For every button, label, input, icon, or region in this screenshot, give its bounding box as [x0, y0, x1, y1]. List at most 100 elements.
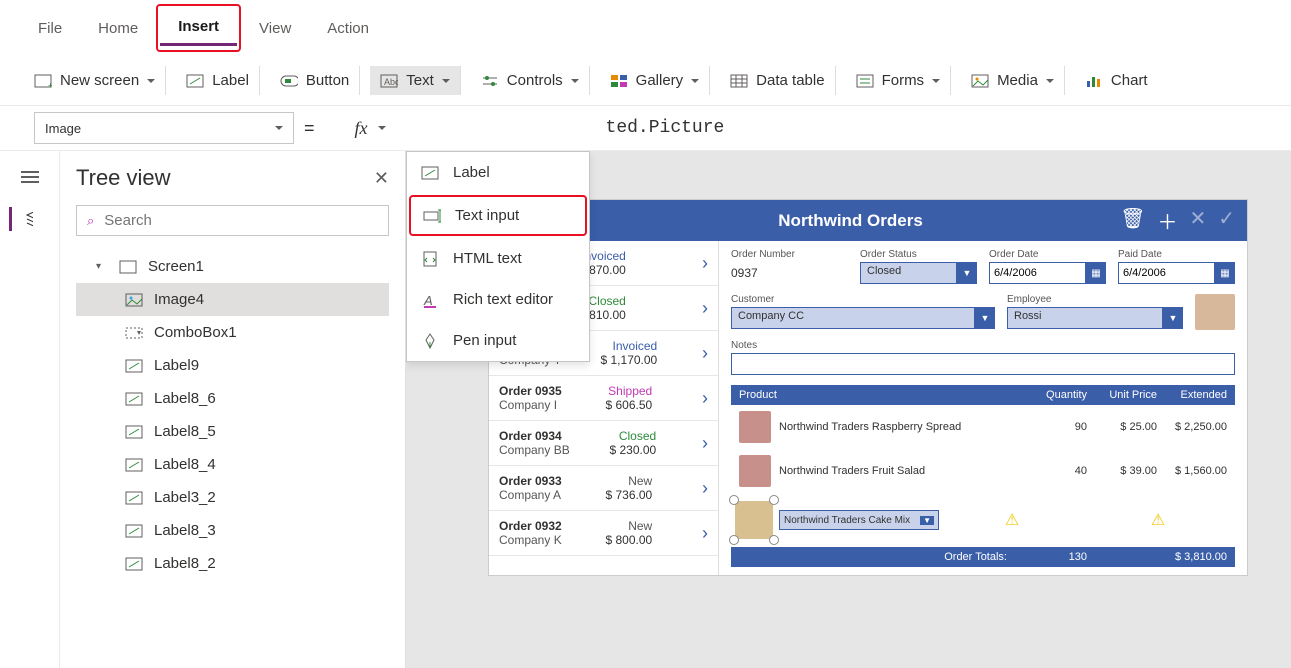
layers-icon[interactable] [9, 207, 33, 231]
formula-text[interactable]: ted.Picture [606, 118, 725, 138]
tree-item[interactable]: Image4 [76, 283, 389, 316]
dd-rich-text[interactable]: A Rich text editor [407, 279, 589, 320]
button-button[interactable]: Button [270, 66, 360, 95]
tree-item-label: ComboBox1 [154, 324, 237, 341]
search-input[interactable] [104, 212, 378, 229]
selected-image[interactable] [735, 501, 773, 539]
caret-icon [147, 79, 155, 87]
svg-text:A: A [423, 293, 433, 308]
line-header: Product Quantity Unit Price Extended [731, 385, 1235, 405]
rich-text-icon: A [421, 292, 439, 308]
line-ext: $ 2,250.00 [1157, 421, 1227, 433]
product-name: Northwind Traders Fruit Salad [779, 465, 1027, 477]
control-icon [124, 556, 144, 572]
menu-insert[interactable]: Insert [160, 10, 237, 46]
order-detail: Order Number 0937 Order Status Closed▼ O… [719, 241, 1247, 575]
tree-panel: Tree view ✕ ⌕ ▾ Screen1 Image4ComboBox1L… [60, 151, 406, 668]
calendar-icon[interactable]: ▦ [1086, 262, 1106, 284]
check-icon[interactable]: ✓ [1218, 206, 1235, 235]
plus-icon[interactable]: ＋ [1157, 206, 1177, 235]
control-icon [124, 523, 144, 539]
menu-home[interactable]: Home [80, 12, 156, 45]
calendar-icon[interactable]: ▦ [1215, 262, 1235, 284]
gallery-label: Gallery [636, 72, 684, 89]
forms-button[interactable]: Forms [846, 66, 952, 95]
menu-file[interactable]: File [20, 12, 80, 45]
totals-row: Order Totals: 130 $ 3,810.00 [731, 547, 1235, 567]
gallery-button[interactable]: Gallery [600, 66, 711, 95]
dd-text-input[interactable]: Text input [409, 195, 587, 236]
order-status-label: Order Status [860, 249, 977, 260]
order-item[interactable]: Order 0932Company KNew$ 800.00› [489, 511, 718, 556]
main: Tree view ✕ ⌕ ▾ Screen1 Image4ComboBox1L… [0, 151, 1291, 668]
menu-action[interactable]: Action [309, 12, 387, 45]
order-company: Company K [499, 533, 562, 547]
line-product-combo[interactable]: Northwind Traders Cake Mix ▼ [779, 510, 939, 530]
data-table-button[interactable]: Data table [720, 66, 835, 95]
control-icon [124, 358, 144, 374]
forms-icon [856, 73, 874, 89]
line-price: $ 39.00 [1087, 465, 1157, 477]
chevron-down-icon: ▾ [96, 261, 108, 272]
data-table-label: Data table [756, 72, 824, 89]
order-status: New [606, 519, 653, 533]
formula-bar: Image = fx ted.Picture [0, 106, 1291, 151]
dd-pen-input[interactable]: Pen input [407, 320, 589, 361]
media-button[interactable]: Media [961, 66, 1065, 95]
equals-sign: = [304, 118, 315, 139]
tree-item-label: Label8_2 [154, 555, 216, 572]
order-title: Order 0933 [499, 474, 562, 488]
tree-item[interactable]: Label9 [76, 349, 389, 382]
tree-item[interactable]: Label8_6 [76, 382, 389, 415]
customer-select[interactable]: Company CC▼ [731, 307, 995, 329]
tree-item[interactable]: Label3_2 [76, 481, 389, 514]
tree-item-label: Label8_6 [154, 390, 216, 407]
order-title: Order 0935 [499, 384, 562, 398]
order-item[interactable]: Order 0934Company BBClosed$ 230.00› [489, 421, 718, 466]
line-item[interactable]: Northwind Traders Fruit Salad40$ 39.00$ … [731, 449, 1235, 493]
data-table-icon [730, 73, 748, 89]
customer-label: Customer [731, 294, 995, 305]
cancel-icon[interactable]: ✕ [1189, 206, 1206, 235]
label-icon [186, 73, 204, 89]
chevron-right-icon: › [696, 523, 708, 544]
controls-label: Controls [507, 72, 563, 89]
order-item[interactable]: Order 0933Company ANew$ 736.00› [489, 466, 718, 511]
order-item[interactable]: Order 0935Company IShipped$ 606.50› [489, 376, 718, 421]
selected-line-item[interactable]: Northwind Traders Cake Mix ▼ ⚠ ⚠ [731, 497, 1235, 543]
tree-item[interactable]: Label8_5 [76, 415, 389, 448]
order-date-input[interactable]: ▦ [989, 262, 1106, 284]
chart-button[interactable]: Chart [1075, 66, 1158, 95]
tree-root[interactable]: ▾ Screen1 [76, 250, 389, 283]
new-screen-button[interactable]: + New screen [24, 66, 166, 95]
tree-item-label: Label8_5 [154, 423, 216, 440]
order-status-select[interactable]: Closed▼ [860, 262, 977, 284]
property-selector[interactable]: Image [34, 112, 294, 144]
line-item[interactable]: Northwind Traders Raspberry Spread90$ 25… [731, 405, 1235, 449]
trash-icon[interactable]: 🗑 [1120, 206, 1145, 235]
dd-html-text[interactable]: HTML text [407, 238, 589, 279]
employee-select[interactable]: Rossi▼ [1007, 307, 1183, 329]
text-button[interactable]: Abc Text [370, 66, 461, 95]
chevron-right-icon: › [696, 388, 708, 409]
tree-item[interactable]: Label8_2 [76, 547, 389, 580]
app-header: Northwind Orders 🗑 ＋ ✕ ✓ [489, 200, 1247, 241]
order-company: Company A [499, 488, 562, 502]
line-qty: 90 [1027, 421, 1087, 433]
tree-item[interactable]: Label8_4 [76, 448, 389, 481]
dd-label[interactable]: Label [407, 152, 589, 193]
line-price: $ 25.00 [1087, 421, 1157, 433]
hamburger-icon[interactable] [18, 165, 42, 189]
label-button[interactable]: Label [176, 66, 260, 95]
notes-input[interactable] [731, 353, 1235, 375]
order-company: Company BB [499, 443, 570, 457]
menu-view[interactable]: View [241, 12, 309, 45]
controls-button[interactable]: Controls [471, 66, 590, 95]
tree-search[interactable]: ⌕ [76, 205, 389, 236]
tree-item[interactable]: ComboBox1 [76, 316, 389, 349]
caret-icon [442, 79, 450, 87]
paid-date-input[interactable]: ▦ [1118, 262, 1235, 284]
close-icon[interactable]: ✕ [374, 168, 389, 189]
text-input-icon [423, 208, 441, 224]
tree-item[interactable]: Label8_3 [76, 514, 389, 547]
